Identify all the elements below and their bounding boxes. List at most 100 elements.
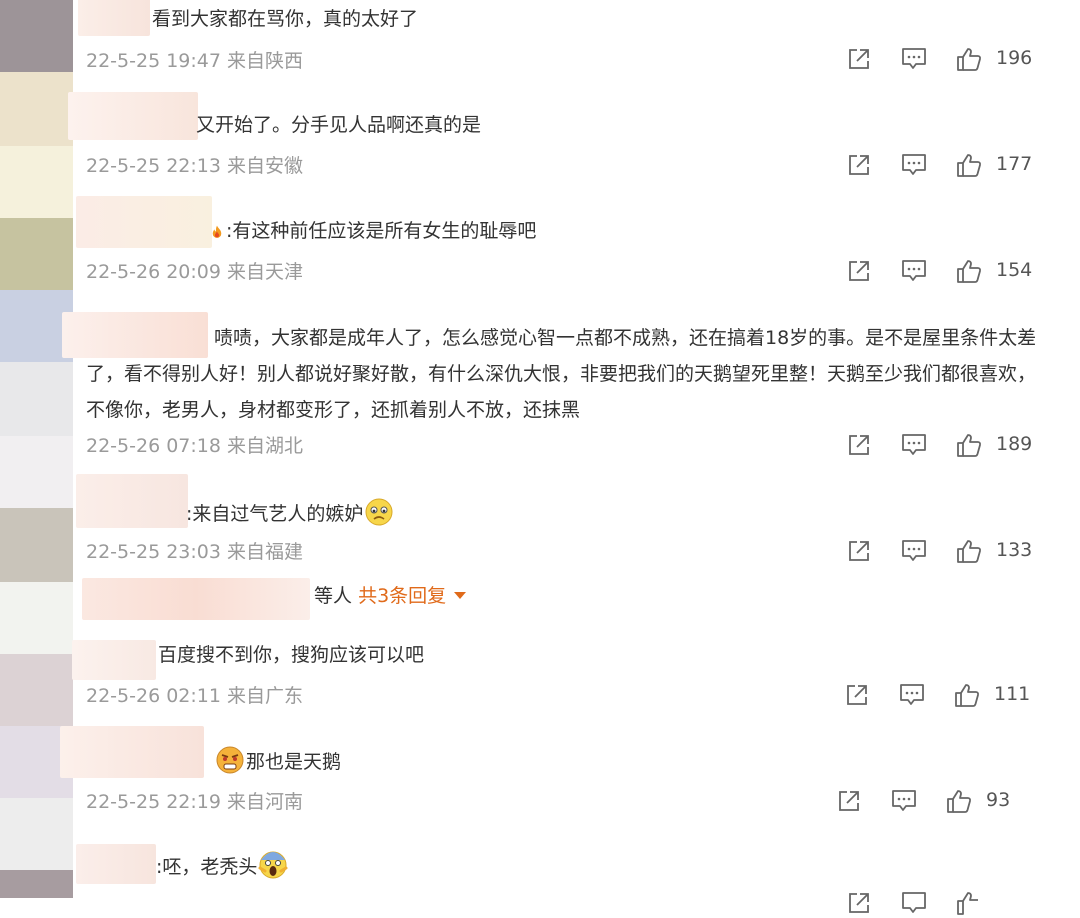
share-icon[interactable]	[846, 258, 872, 284]
username-redacted	[78, 0, 150, 36]
share-icon[interactable]	[846, 152, 872, 178]
reply-text: 百度搜不到你，搜狗应该可以吧	[158, 644, 425, 666]
username-redacted	[60, 726, 204, 778]
like-count: 111	[994, 683, 1031, 705]
reply-location: 来自广东	[227, 685, 304, 707]
username-redacted	[76, 844, 156, 884]
share-icon[interactable]	[846, 46, 872, 72]
comment-icon[interactable]	[899, 682, 925, 708]
sad-face-emoji-icon	[365, 498, 393, 526]
share-icon[interactable]	[836, 788, 862, 814]
comment-location: 来自安徽	[227, 155, 304, 177]
like-icon[interactable]	[956, 258, 982, 284]
like-icon[interactable]	[956, 46, 982, 72]
comment-meta: 22-5-25 19:47 来自陕西	[86, 46, 303, 73]
like-icon[interactable]	[956, 890, 982, 916]
avatar	[0, 218, 73, 290]
comment-actions: 177	[846, 150, 1046, 180]
comment-line: :有这种前任应该是所有女生的耻辱吧	[208, 216, 536, 247]
reply-line: :呸，老秃头	[156, 850, 289, 883]
like-count: 189	[996, 433, 1033, 455]
comment-icon[interactable]	[901, 46, 927, 72]
comment-time: 22-5-25 22:13	[86, 155, 221, 177]
caret-down-icon	[454, 592, 467, 599]
comment-text: 看到大家都在骂你，真的太好了	[152, 8, 419, 30]
reply-count-link[interactable]: 共3条回复	[358, 585, 446, 607]
share-icon[interactable]	[846, 890, 872, 916]
username-redacted	[82, 578, 310, 620]
reply-location: 来自河南	[227, 791, 304, 813]
reply-meta: 22-5-25 22:19 来自河南	[86, 787, 303, 814]
share-icon[interactable]	[844, 682, 870, 708]
comment-icon[interactable]	[891, 788, 917, 814]
reply-actions: 93	[836, 786, 1036, 816]
comment-time: 22-5-26 20:09	[86, 261, 221, 283]
like-icon[interactable]	[946, 788, 972, 814]
reply-meta: 22-5-26 02:11 来自广东	[86, 681, 303, 708]
comment-actions: 154	[846, 256, 1046, 286]
comment-line: :来自过气艺人的嫉妒	[186, 497, 395, 530]
comment-text-block: 啧啧，大家都是成年人了，怎么感觉心智一点都不成熟，还在搞着18岁的事。是不是屋里…	[86, 320, 1046, 428]
reply-text: :呸，老秃头	[156, 856, 258, 878]
comment-meta: 22-5-25 22:13 来自安徽	[86, 151, 303, 178]
username-redacted	[68, 92, 198, 140]
comment-icon[interactable]	[901, 538, 927, 564]
comment-location: 来自天津	[227, 261, 304, 283]
comment-location: 来自陕西	[227, 50, 304, 72]
reply-actions: 111	[844, 680, 1044, 710]
username-redacted	[76, 196, 212, 248]
comment-meta: 22-5-26 07:18 来自湖北	[86, 431, 303, 458]
avatar	[0, 870, 73, 898]
comment-icon[interactable]	[901, 432, 927, 458]
comment-actions: 196	[846, 44, 1046, 74]
reply-text: 那也是天鹅	[246, 751, 342, 773]
comment-time: 22-5-25 19:47	[86, 50, 221, 72]
avatar	[0, 72, 73, 146]
avatar	[0, 146, 73, 218]
avatar	[0, 508, 73, 582]
like-count: 93	[986, 789, 1011, 811]
avatar	[0, 654, 73, 726]
comment-location: 来自福建	[227, 541, 304, 563]
like-icon[interactable]	[956, 432, 982, 458]
share-icon[interactable]	[846, 538, 872, 564]
like-count: 154	[996, 259, 1033, 281]
like-count: 196	[996, 47, 1033, 69]
avatar	[0, 582, 73, 654]
comment-text: :有这种前任应该是所有女生的耻辱吧	[226, 220, 537, 242]
comment-time: 22-5-25 23:03	[86, 541, 221, 563]
like-icon[interactable]	[956, 538, 982, 564]
like-count: 177	[996, 153, 1033, 175]
reply-time: 22-5-26 02:11	[86, 685, 221, 707]
reply-line: 那也是天鹅	[214, 745, 341, 778]
share-icon[interactable]	[846, 432, 872, 458]
avatar	[0, 436, 73, 508]
comment-text: 又开始了。分手见人品啊还真的是	[196, 114, 482, 136]
comment-icon[interactable]	[901, 258, 927, 284]
comment-actions: 133	[846, 536, 1046, 566]
reply-summary[interactable]: 等人 共3条回复	[314, 581, 467, 612]
comment-text: :来自过气艺人的嫉妒	[186, 503, 364, 525]
like-count: 133	[996, 539, 1033, 561]
avatar	[0, 0, 73, 72]
comment-meta: 22-5-26 20:09 来自天津	[86, 257, 303, 284]
comment-text: 啧啧，大家都是成年人了，怎么感觉心智一点都不成熟，还在搞着18岁的事。是不是屋里…	[86, 327, 1037, 421]
fire-emoji-icon	[212, 225, 222, 238]
angry-face-emoji-icon	[216, 746, 244, 774]
username-redacted	[76, 474, 188, 528]
comment-icon[interactable]	[901, 152, 927, 178]
comment-actions: 189	[846, 430, 1046, 460]
comment-location: 来自湖北	[227, 435, 304, 457]
reply-actions-partial	[846, 888, 1046, 918]
username-redacted	[72, 640, 156, 680]
like-icon[interactable]	[956, 152, 982, 178]
comment-meta: 22-5-25 23:03 来自福建	[86, 537, 303, 564]
comment-time: 22-5-26 07:18	[86, 435, 221, 457]
screaming-face-emoji-icon	[258, 851, 288, 879]
reply-summary-suffix: 等人	[314, 585, 353, 607]
reply-time: 22-5-25 22:19	[86, 791, 221, 813]
comment-icon[interactable]	[901, 890, 927, 916]
avatar	[0, 798, 73, 870]
like-icon[interactable]	[954, 682, 980, 708]
avatar	[0, 362, 73, 436]
